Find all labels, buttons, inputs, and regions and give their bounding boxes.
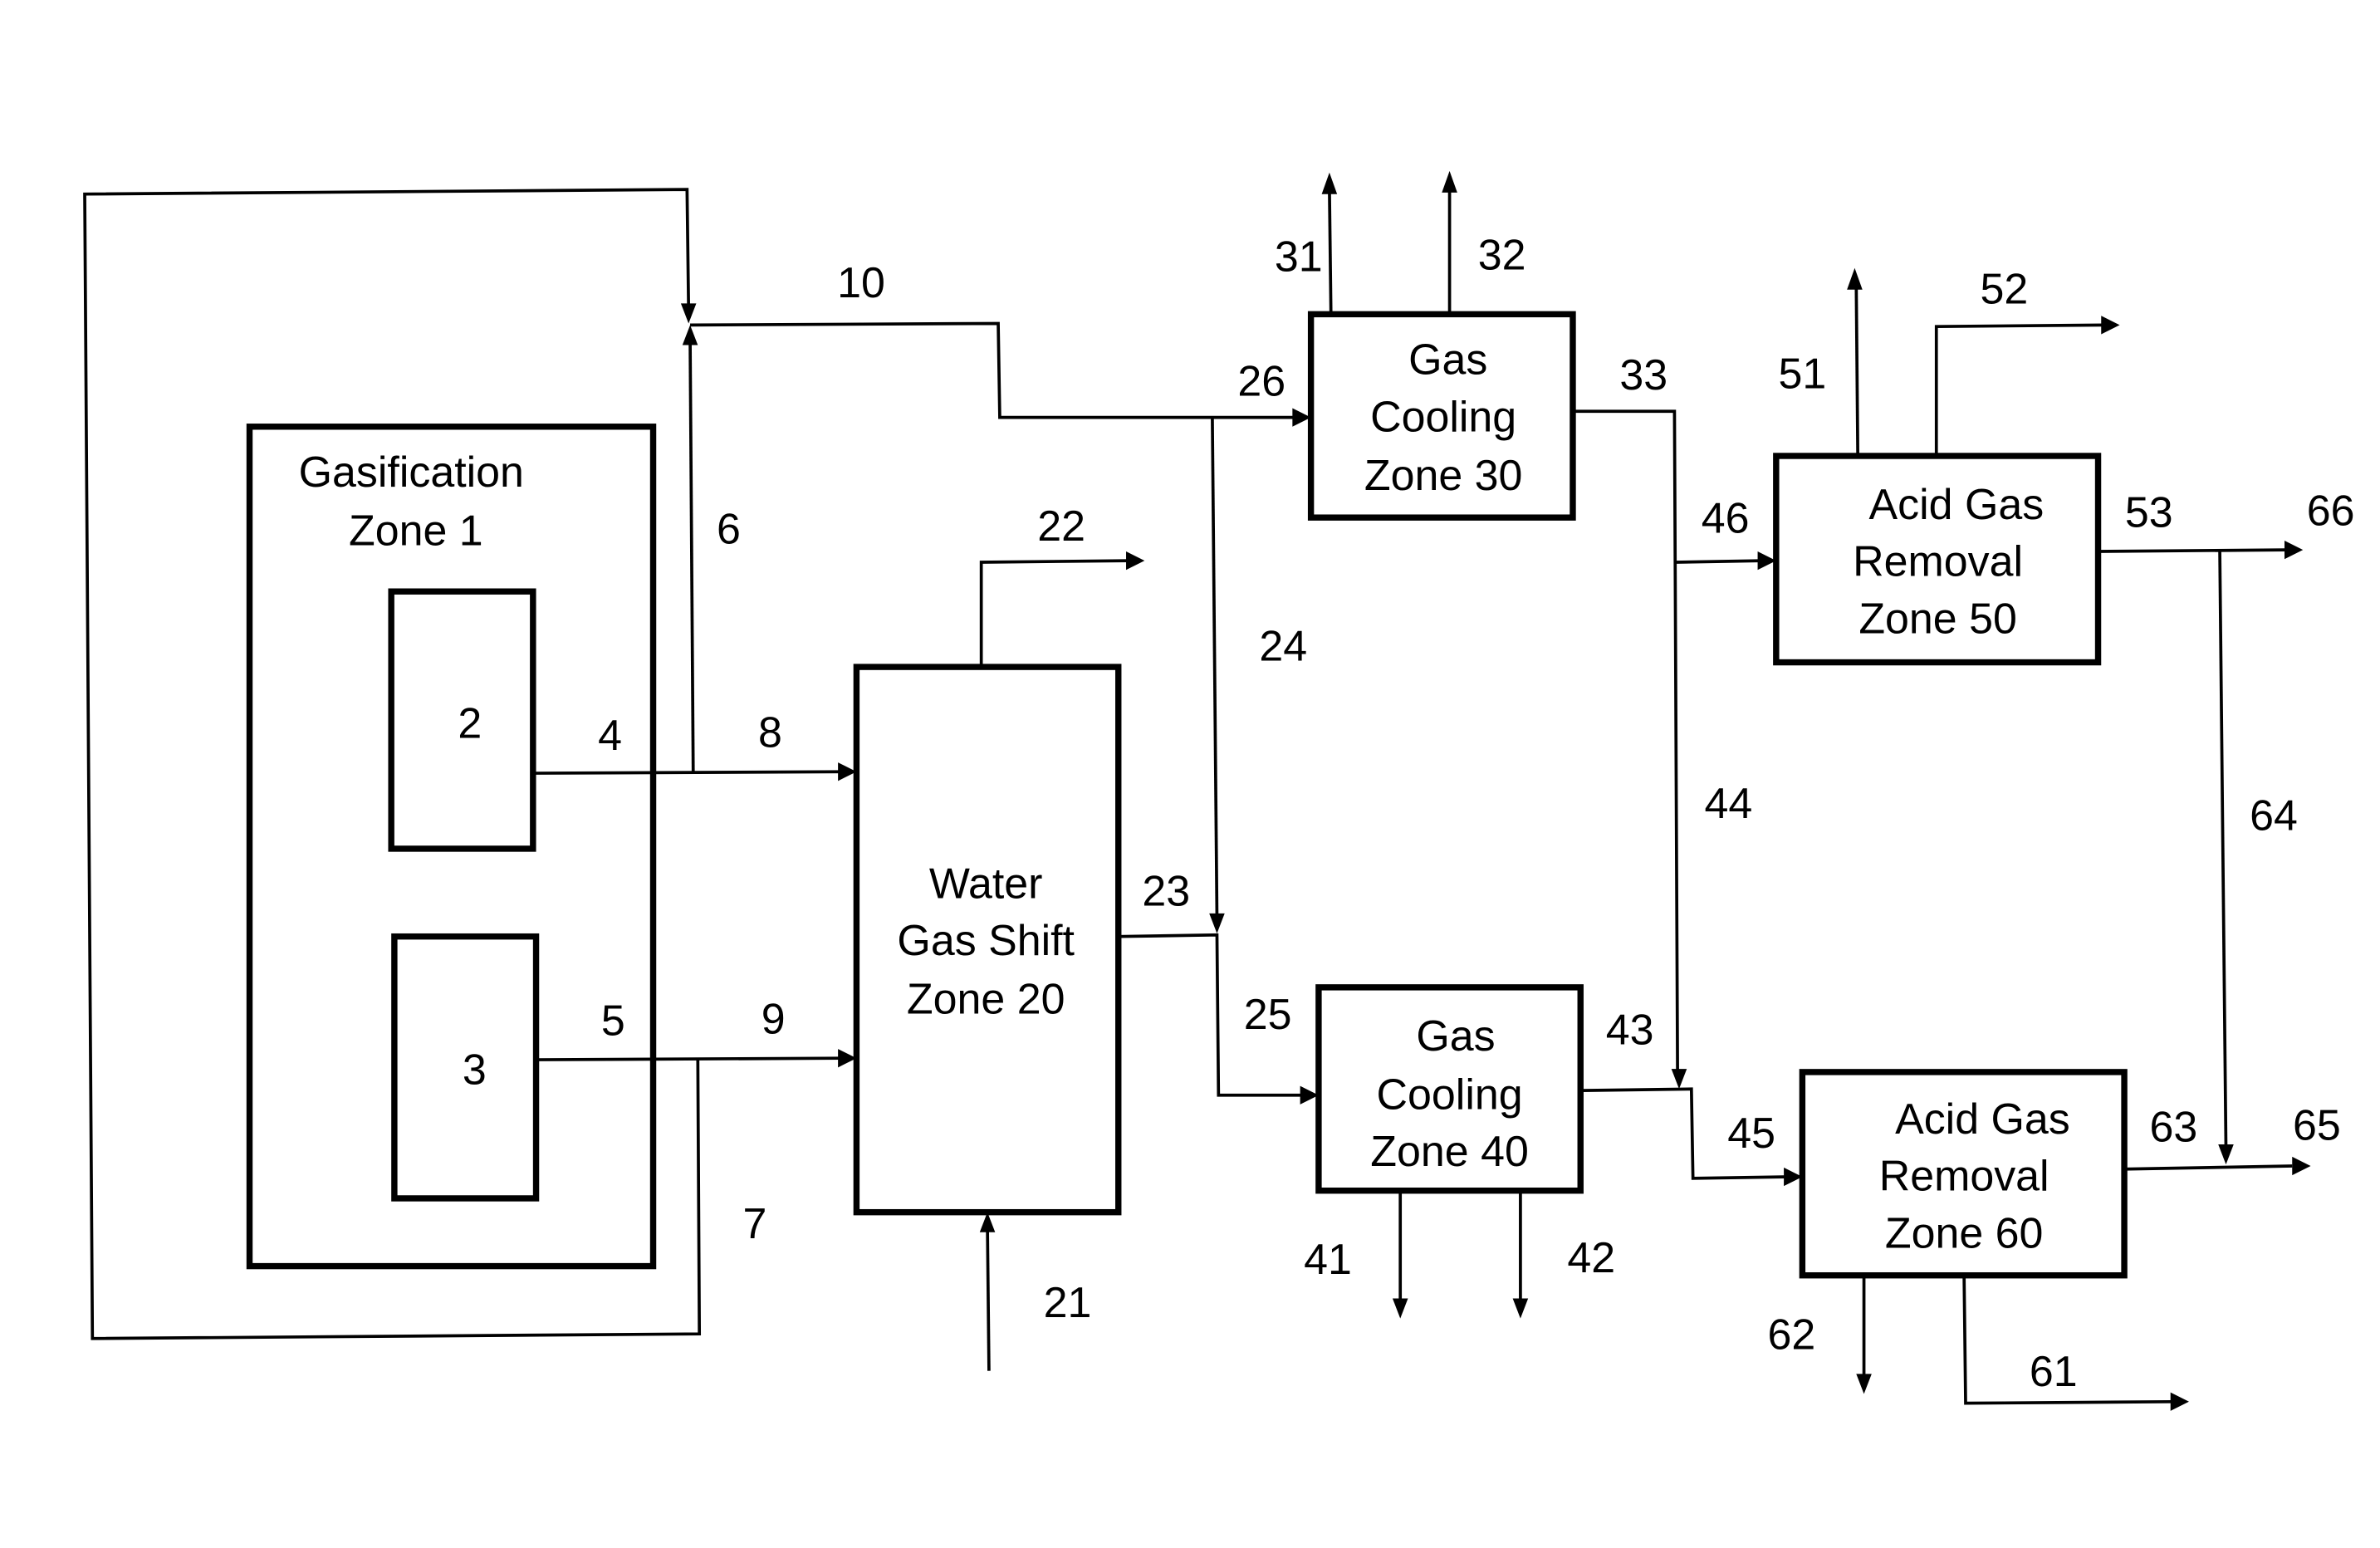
gas-cooling-zone-30-label-line3: Zone 30 bbox=[1364, 452, 1523, 500]
stream-label-41: 41 bbox=[1304, 1236, 1352, 1284]
stream-label-5: 5 bbox=[601, 997, 625, 1045]
stream-label-66: 66 bbox=[2307, 487, 2355, 535]
stream-31-arrowhead bbox=[1321, 172, 1338, 194]
stream-label-26: 26 bbox=[1237, 358, 1285, 406]
stream-label-33: 33 bbox=[1619, 351, 1667, 399]
stream-4-8-line bbox=[532, 770, 845, 775]
acid-gas-removal-zone-60-label-line2: Removal bbox=[1879, 1153, 2049, 1201]
stream-label-46: 46 bbox=[1702, 495, 1750, 543]
stream-22-line bbox=[979, 559, 1131, 668]
stream-label-61: 61 bbox=[2030, 1348, 2078, 1396]
process-flow-diagram: Gasification Zone 1 2 3 Water Gas Shift … bbox=[83, 170, 2355, 1411]
stream-label-6: 6 bbox=[717, 506, 741, 554]
acid-gas-removal-zone-50: Acid Gas Removal Zone 50 bbox=[1773, 453, 2102, 666]
stream-label-45: 45 bbox=[1727, 1110, 1775, 1158]
acid-gas-removal-zone-50-label-line1: Acid Gas bbox=[1869, 481, 2045, 529]
stream-22-arrowhead bbox=[1126, 551, 1145, 571]
stream-53-66-line bbox=[2098, 548, 2286, 553]
stream-64-line bbox=[2218, 551, 2228, 1149]
stream-label-31: 31 bbox=[1275, 233, 1323, 281]
stream-51-line bbox=[1854, 285, 1860, 457]
water-gas-shift-zone-20-label-line3: Zone 20 bbox=[907, 975, 1065, 1023]
stream-61-arrowhead bbox=[2170, 1392, 2189, 1411]
gasifier-2-label: 2 bbox=[458, 699, 482, 747]
stream-label-7: 7 bbox=[743, 1200, 767, 1248]
gas-cooling-zone-40-label-line3: Zone 40 bbox=[1370, 1128, 1529, 1176]
gas-cooling-zone-30: Gas Cooling Zone 30 bbox=[1307, 311, 1576, 521]
acid-gas-removal-zone-50-label-line3: Zone 50 bbox=[1858, 595, 2017, 643]
stream-44-arrowhead bbox=[1671, 1069, 1687, 1090]
stream-label-65: 65 bbox=[2293, 1102, 2341, 1150]
stream-6-line bbox=[688, 339, 695, 772]
stream-label-42: 42 bbox=[1567, 1234, 1615, 1282]
stream-label-62: 62 bbox=[1767, 1311, 1815, 1359]
gas-cooling-zone-40-label-line1: Gas bbox=[1416, 1012, 1495, 1061]
stream-label-22: 22 bbox=[1037, 502, 1085, 551]
stream-32-arrowhead bbox=[1442, 170, 1457, 193]
water-gas-shift-zone-20: Water Gas Shift Zone 20 bbox=[853, 664, 1122, 1216]
stream-label-32: 32 bbox=[1478, 232, 1526, 280]
stream-label-21: 21 bbox=[1044, 1279, 1092, 1327]
stream-label-9: 9 bbox=[762, 996, 786, 1044]
stream-5-9-line bbox=[536, 1056, 845, 1061]
stream-label-4: 4 bbox=[598, 712, 622, 760]
gas-cooling-zone-40: Gas Cooling Zone 40 bbox=[1315, 984, 1584, 1194]
stream-52-line bbox=[1934, 323, 2104, 456]
gas-cooling-zone-30-label-line2: Cooling bbox=[1370, 393, 1516, 441]
stream-label-23: 23 bbox=[1142, 868, 1190, 916]
stream-6-arrowhead bbox=[682, 325, 698, 345]
stream-64-arrowhead bbox=[2218, 1144, 2234, 1165]
stream-label-44: 44 bbox=[1704, 780, 1752, 828]
stream-21-line bbox=[986, 1226, 991, 1371]
water-gas-shift-zone-20-label-line2: Gas Shift bbox=[897, 917, 1075, 965]
stream-24-arrowhead bbox=[1209, 913, 1225, 933]
stream-label-64: 64 bbox=[2250, 792, 2298, 840]
water-gas-shift-zone-20-label-line1: Water bbox=[929, 860, 1043, 908]
stream-10-26-line bbox=[690, 321, 1299, 419]
stream-label-24: 24 bbox=[1259, 623, 1307, 671]
stream-62-arrowhead bbox=[1856, 1374, 1872, 1394]
acid-gas-removal-zone-50-label-line2: Removal bbox=[1853, 538, 2023, 586]
acid-gas-removal-zone-60-label-line1: Acid Gas bbox=[1895, 1095, 2070, 1144]
gasifier-3-label: 3 bbox=[463, 1046, 487, 1095]
stream-33-44-line bbox=[1572, 409, 1679, 1074]
acid-gas-removal-zone-60-label-line3: Zone 60 bbox=[1885, 1209, 2044, 1257]
stream-label-51: 51 bbox=[1778, 350, 1826, 398]
stream-label-10: 10 bbox=[837, 259, 885, 307]
stream-label-8: 8 bbox=[758, 709, 782, 757]
gasification-zone-1-label-line2: Zone 1 bbox=[349, 507, 483, 556]
gasifier-3: 3 bbox=[391, 933, 540, 1202]
stream-label-63: 63 bbox=[2150, 1103, 2198, 1151]
stream-label-25: 25 bbox=[1244, 991, 1292, 1039]
stream-24-line bbox=[1211, 417, 1219, 919]
stream-7-arrowhead bbox=[680, 303, 697, 324]
gasification-zone-1-label-line1: Gasification bbox=[299, 448, 524, 497]
stream-63-65-line bbox=[2124, 1164, 2293, 1171]
stream-65-arrowhead bbox=[2292, 1156, 2311, 1176]
stream-label-43: 43 bbox=[1606, 1007, 1654, 1055]
stream-52-arrowhead bbox=[2101, 316, 2120, 335]
stream-42-arrowhead bbox=[1512, 1298, 1529, 1319]
stream-46-line bbox=[1676, 559, 1765, 564]
stream-label-52: 52 bbox=[1980, 265, 2028, 313]
stream-51-arrowhead bbox=[1847, 267, 1863, 290]
gasifier-2: 2 bbox=[388, 588, 536, 852]
gas-cooling-zone-30-label-line1: Gas bbox=[1408, 336, 1487, 385]
stream-label-53: 53 bbox=[2125, 488, 2173, 536]
stream-41-arrowhead bbox=[1392, 1298, 1408, 1319]
stream-66-arrowhead bbox=[2284, 541, 2304, 560]
gas-cooling-zone-40-label-line2: Cooling bbox=[1377, 1070, 1523, 1119]
acid-gas-removal-zone-60: Acid Gas Removal Zone 60 bbox=[1799, 1069, 2128, 1279]
stream-31-line bbox=[1328, 188, 1333, 315]
